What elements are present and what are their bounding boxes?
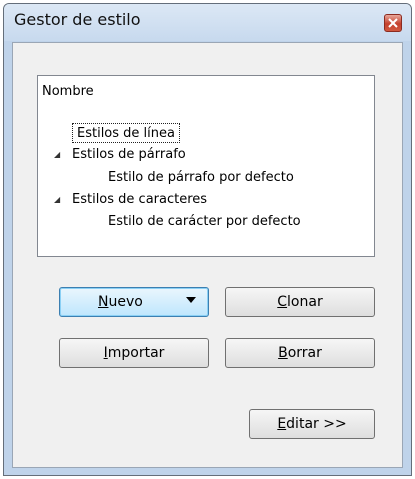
expanded-triangle-icon[interactable]: ◢: [54, 145, 60, 165]
tree-item-label: Estilos de línea: [77, 126, 175, 141]
import-button[interactable]: Importar: [59, 338, 209, 368]
new-button[interactable]: Nuevo: [59, 287, 209, 317]
clone-button[interactable]: Clonar: [225, 287, 375, 317]
tree-item-paragraph-styles[interactable]: ◢ Estilos de párrafo: [54, 145, 234, 165]
tree-item-default-paragraph-style[interactable]: Estilo de párrafo por defecto: [108, 168, 294, 188]
style-manager-window: Gestor de estilo Nombre Estilos de línea…: [3, 3, 412, 476]
edit-button-label: ditar >>: [286, 416, 347, 432]
window-title: Gestor de estilo: [14, 10, 141, 29]
dropdown-arrow-icon[interactable]: [186, 297, 196, 303]
expanded-triangle-icon[interactable]: ◢: [54, 190, 60, 210]
clone-button-mnemonic: C: [277, 294, 288, 310]
title-bar[interactable]: Gestor de estilo: [4, 4, 411, 41]
tree-item-character-styles[interactable]: ◢ Estilos de caracteres: [54, 190, 254, 210]
tree-item-label: Estilos de caracteres: [72, 192, 208, 207]
edit-button-mnemonic: E: [277, 416, 287, 432]
styles-tree[interactable]: Nombre Estilos de línea ◢ Estilos de pár…: [37, 75, 375, 257]
delete-button[interactable]: Borrar: [225, 338, 375, 368]
new-button-label: uevo: [108, 294, 143, 310]
clone-button-label: lonar: [287, 294, 323, 310]
tree-item-label: Estilo de párrafo por defecto: [108, 170, 294, 185]
close-icon: [388, 18, 398, 28]
tree-column-header: Nombre: [42, 84, 94, 99]
tree-item-label: Estilo de carácter por defecto: [108, 214, 301, 229]
tree-item-default-character-style[interactable]: Estilo de carácter por defecto: [108, 212, 301, 232]
dialog-body: Nombre Estilos de línea ◢ Estilos de pár…: [12, 42, 403, 468]
new-button-mnemonic: N: [98, 294, 109, 310]
tree-item-label: Estilos de párrafo: [72, 147, 186, 162]
import-button-label: mportar: [107, 345, 165, 361]
delete-button-label: orrar: [287, 345, 322, 361]
close-button[interactable]: [384, 14, 402, 32]
delete-button-mnemonic: B: [278, 345, 288, 361]
edit-button[interactable]: Editar >>: [249, 409, 375, 439]
tree-item-line-styles[interactable]: Estilos de línea: [72, 123, 180, 143]
